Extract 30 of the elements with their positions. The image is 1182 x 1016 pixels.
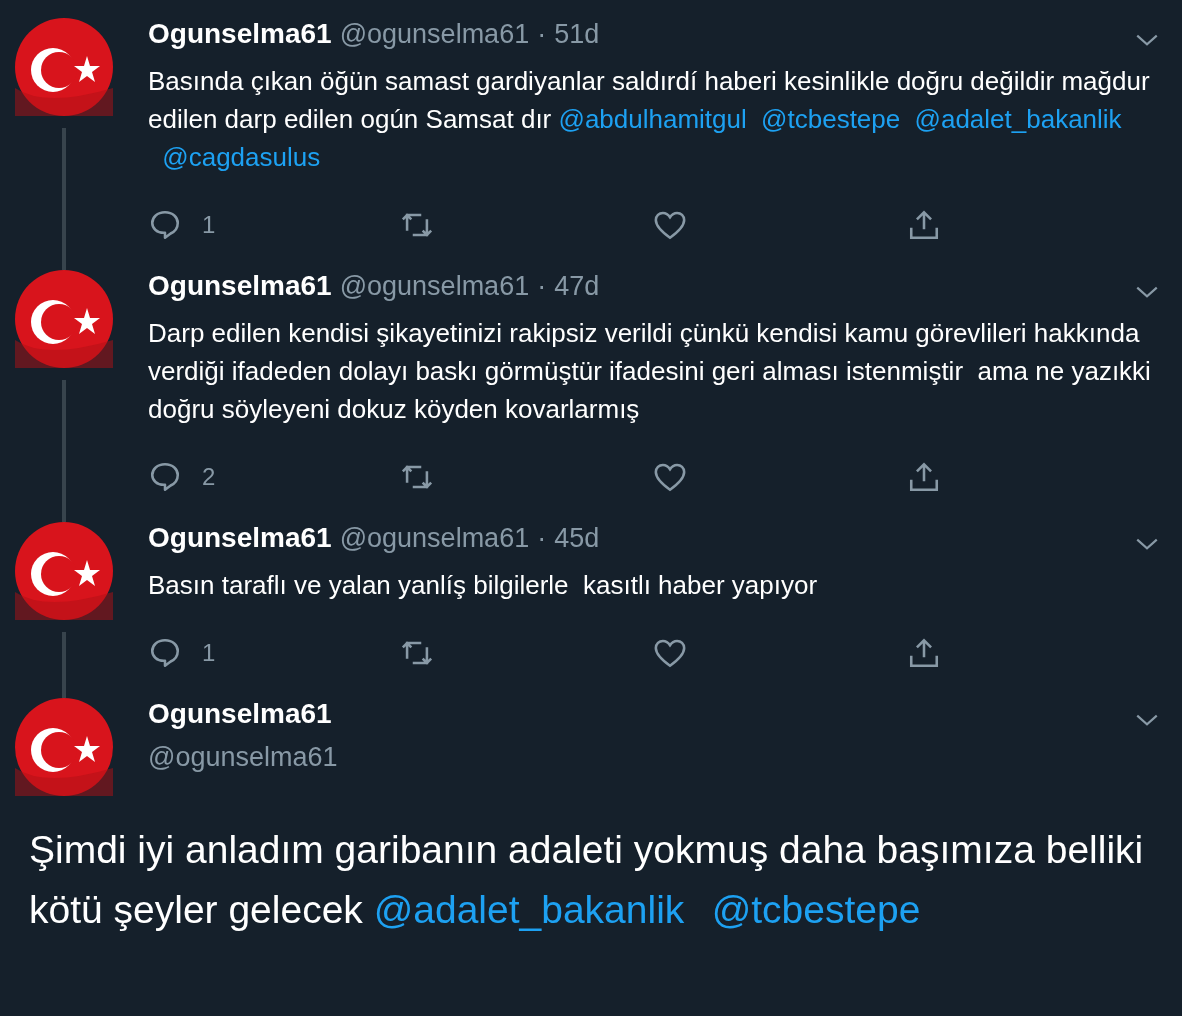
- tweet-text: Basın taraflı ve yalan yanlíş bilgilerle kasıtlı haber yapıyor: [148, 569, 819, 602]
- user-name[interactable]: Ogunselma61: [148, 270, 332, 302]
- reply-icon[interactable]: [148, 208, 182, 242]
- tweet-text: Şimdi iyi anladım garibanın adaleti yokmuş daha başımıza belliki kötü şeyler gelecek @adalet_bakanlik @tcbestepe: [29, 827, 1145, 933]
- mention-link[interactable]: @adalet_bakanlik: [373, 888, 685, 931]
- reply-icon[interactable]: [148, 636, 182, 670]
- mention-link[interactable]: @cagdasulus: [162, 142, 321, 172]
- tweet-text: Basında çıkan öğün samast gardiyanlar saldırdí haberi kesinlikle doğru değildir mağdur edilen darp edilen ogún Samsat dır @abdulhamitgul @tcbestepe @adalet_bakanlik @cagdasulus: [148, 65, 1151, 174]
- reply-count: 1: [202, 639, 216, 667]
- mention-link[interactable]: @tcbestepe: [761, 104, 901, 134]
- tweet-time[interactable]: 47d: [554, 271, 600, 302]
- user-name[interactable]: Ogunselma61: [148, 522, 332, 554]
- tweet-text: Darp edilen kendisi şikayetinizi rakipsiz verildi çünkü kendisi kamu görevlileri hakkında verdiği ifadeden dolayı baskı görmüştür ifadesini geri alması istenmiştir ama ne yazıkki doğru söyleyeni dokuz köyden kovarlarmış: [148, 317, 1152, 426]
- user-name[interactable]: Ogunselma61: [148, 698, 332, 730]
- user-handle: @ogunselma61: [148, 742, 338, 772]
- separator-dot: ·: [537, 19, 547, 50]
- reply-count: 2: [202, 463, 216, 491]
- user-handle: @ogunselma61: [339, 271, 530, 302]
- user-handle: @ogunselma61: [339, 19, 530, 50]
- user-name[interactable]: Ogunselma61: [148, 18, 332, 50]
- reply-count: 1: [202, 211, 216, 239]
- mention-link[interactable]: @abdulhamitgul: [558, 104, 747, 134]
- separator-dot: ·: [537, 523, 547, 554]
- tweet-time[interactable]: 45d: [554, 523, 600, 554]
- mention-link[interactable]: @tcbestepe: [711, 888, 921, 931]
- tweet-time[interactable]: 51d: [554, 19, 600, 50]
- user-handle: @ogunselma61: [339, 523, 530, 554]
- mention-link[interactable]: @adalet_bakanlik: [914, 104, 1122, 134]
- reply-icon[interactable]: [148, 460, 182, 494]
- separator-dot: ·: [537, 271, 547, 302]
